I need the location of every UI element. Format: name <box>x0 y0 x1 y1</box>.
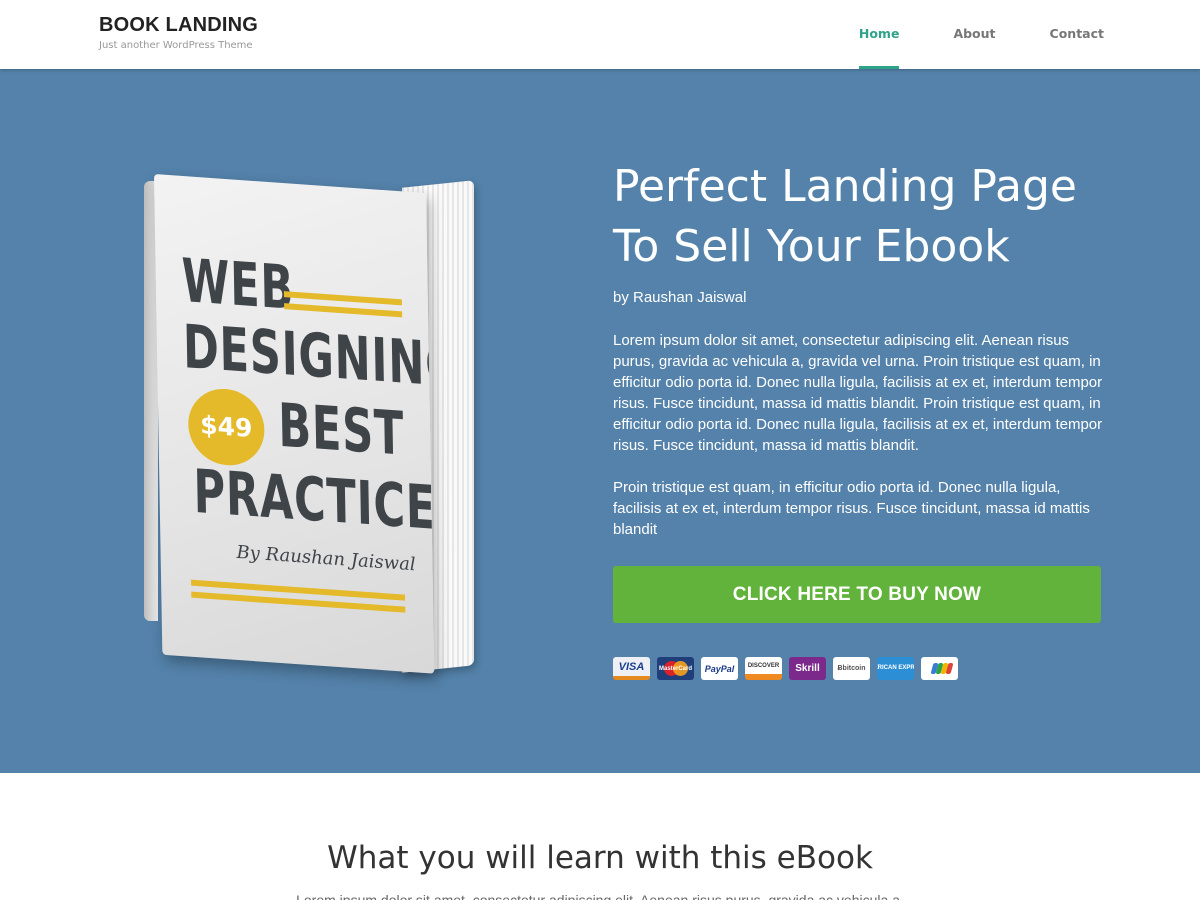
book-image: WEB DESIGNING $49 BEST PRACTICES By Raus… <box>140 169 485 689</box>
main-nav: Home About Contact <box>805 0 1104 69</box>
payment-methods: VISA MasterCard PayPal DISCOVER Skrill Ƀ… <box>613 657 1103 680</box>
cover-stripe <box>284 303 403 318</box>
skrill-icon: Skrill <box>789 657 826 680</box>
learn-section-subtitle: Lorem ipsum dolor sit amet, consectetur … <box>0 893 1200 900</box>
buy-now-button[interactable]: CLICK HERE TO BUY NOW <box>613 566 1101 623</box>
hero-author: by Raushan Jaiswal <box>613 289 747 306</box>
brand: BOOK LANDING Just another WordPress Them… <box>99 14 258 51</box>
nav-item-home[interactable]: Home <box>858 0 899 69</box>
paypal-icon: PayPal <box>701 657 738 680</box>
visa-icon: VISA <box>613 657 650 680</box>
hero-title-line-2: To Sell Your Ebook <box>613 221 1010 272</box>
cover-stripe <box>283 291 402 306</box>
site-tagline: Just another WordPress Theme <box>99 40 253 51</box>
google-wallet-icon <box>921 657 958 680</box>
hero-section: WEB DESIGNING $49 BEST PRACTICES By Raus… <box>0 69 1200 773</box>
amex-icon: AMERICAN EXPRESS <box>877 657 914 680</box>
price-badge: $49 <box>187 386 265 468</box>
site-header: BOOK LANDING Just another WordPress Them… <box>0 0 1200 69</box>
bitcoin-icon: Ƀbitcoin <box>833 657 870 680</box>
nav-item-contact[interactable]: Contact <box>1050 0 1104 69</box>
cover-author: By Raushan Jaiswal <box>236 541 416 576</box>
hero-title: Perfect Landing Page To Sell Your Ebook <box>613 157 1103 277</box>
learn-section-title: What you will learn with this eBook <box>327 840 873 876</box>
book-cover: WEB DESIGNING $49 BEST PRACTICES By Raus… <box>154 174 435 674</box>
nav-item-about[interactable]: About <box>953 0 995 69</box>
hero-description: Lorem ipsum dolor sit amet, consectetur … <box>613 332 1103 454</box>
hero-title-line-1: Perfect Landing Page <box>613 161 1077 212</box>
cover-word-best: BEST <box>277 390 405 470</box>
discover-icon: DISCOVER <box>745 657 782 680</box>
cover-word-practices: PRACTICES <box>192 456 435 547</box>
hero-content: Perfect Landing Page To Sell Your Ebook … <box>613 157 1103 680</box>
hero-description-2: Proin tristique est quam, in efficitur o… <box>613 479 1090 538</box>
site-title-link[interactable]: BOOK LANDING <box>99 14 258 37</box>
mastercard-label: MasterCard <box>658 665 692 672</box>
mastercard-icon: MasterCard <box>657 657 694 680</box>
